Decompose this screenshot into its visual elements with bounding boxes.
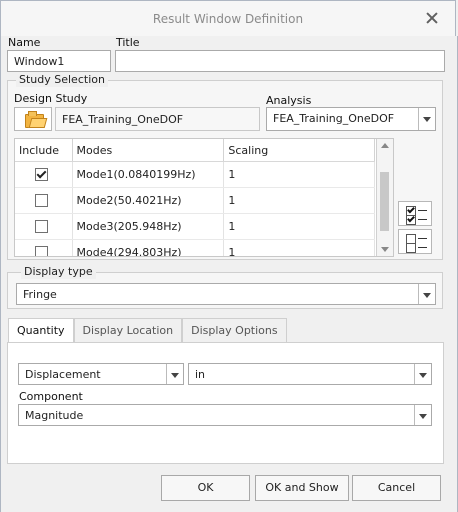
display-type-title: Display type [21, 265, 96, 279]
component-dropdown[interactable]: Magnitude [18, 404, 432, 426]
table-row[interactable]: Mode1(0.0840199Hz) 1 [15, 161, 375, 188]
scroll-thumb[interactable] [380, 172, 389, 231]
name-input[interactable]: Window1 [7, 50, 111, 72]
quantity-tabs: Quantity Display Location Display Option… [8, 318, 287, 343]
scaling-cell[interactable]: 1 [223, 213, 375, 240]
open-design-study-button[interactable] [14, 107, 52, 131]
include-cell[interactable] [15, 187, 73, 214]
scaling-cell[interactable]: 1 [223, 161, 375, 188]
quantity-tab-panel [7, 342, 444, 464]
chevron-down-icon [414, 405, 431, 425]
include-cell[interactable] [15, 239, 73, 256]
chevron-down-icon [414, 364, 431, 384]
study-selection-title: Study Selection [16, 73, 108, 87]
modes-header: Modes [72, 139, 225, 162]
mode-cell: Mode2(50.4021Hz) [72, 187, 225, 214]
checked-box-icon [406, 215, 416, 225]
quantity-value: Displacement [25, 368, 101, 381]
list-line-icon [418, 210, 427, 211]
table-row[interactable]: Mode4(294.803Hz) 1 [15, 239, 375, 256]
close-icon[interactable] [425, 11, 439, 25]
component-value: Magnitude [25, 409, 84, 422]
mode1-checkbox[interactable] [35, 168, 48, 182]
tab-quantity[interactable]: Quantity [8, 318, 74, 343]
ok-button[interactable]: OK [161, 475, 250, 501]
display-type-value: Fringe [23, 288, 57, 301]
include-cell[interactable] [15, 161, 73, 188]
chevron-down-icon [418, 284, 435, 304]
ok-and-show-button[interactable]: OK and Show [255, 475, 349, 501]
name-label: Name [8, 36, 41, 49]
units-value: in [195, 368, 206, 381]
mode-cell: Mode3(205.948Hz) [72, 213, 225, 240]
list-line-icon [418, 247, 427, 248]
design-study-field: FEA_Training_OneDOF [55, 107, 260, 131]
chevron-down-icon [166, 364, 183, 384]
component-label: Component [19, 390, 83, 403]
quantity-dropdown[interactable]: Displacement [18, 363, 184, 385]
window-title: Result Window Definition [152, 12, 304, 26]
scroll-down-icon[interactable] [381, 247, 389, 252]
mode-cell: Mode1(0.0840199Hz) [72, 161, 225, 188]
mode2-checkbox[interactable] [35, 194, 48, 208]
include-header: Include [15, 139, 73, 162]
chevron-down-icon [418, 108, 435, 130]
units-dropdown[interactable]: in [188, 363, 432, 385]
title-input[interactable] [115, 50, 445, 72]
select-all-modes-button[interactable] [398, 201, 432, 226]
tab-display-location[interactable]: Display Location [73, 318, 183, 342]
table-row[interactable]: Mode2(50.4021Hz) 1 [15, 187, 375, 214]
analysis-value: FEA_Training_OneDOF [273, 112, 395, 125]
unchecked-box-icon [406, 243, 416, 253]
design-study-label: Design Study [14, 92, 88, 105]
window-titlebar: Result Window Definition [0, 0, 456, 36]
modes-table: Include Modes Scaling Mode1(0.0840199Hz)… [15, 139, 375, 256]
display-type-dropdown[interactable]: Fringe [16, 283, 436, 305]
scaling-header: Scaling [223, 139, 375, 162]
modes-table-container: Include Modes Scaling Mode1(0.0840199Hz)… [14, 138, 394, 257]
include-cell[interactable] [15, 213, 73, 240]
list-line-icon [418, 219, 427, 220]
scaling-cell[interactable]: 1 [223, 239, 375, 256]
table-header-row: Include Modes Scaling [15, 139, 375, 162]
mode3-checkbox[interactable] [35, 220, 48, 234]
modes-table-scrollbar[interactable] [376, 139, 393, 256]
mode4-checkbox[interactable] [35, 246, 48, 256]
cancel-button[interactable]: Cancel [352, 475, 441, 501]
mode-cell: Mode4(294.803Hz) [72, 239, 225, 256]
tab-display-options[interactable]: Display Options [182, 318, 287, 342]
deselect-all-modes-button[interactable] [398, 229, 432, 254]
list-line-icon [418, 238, 427, 239]
scroll-up-icon[interactable] [381, 143, 389, 148]
scaling-cell[interactable]: 1 [223, 187, 375, 214]
analysis-label: Analysis [266, 94, 312, 107]
table-row[interactable]: Mode3(205.948Hz) 1 [15, 213, 375, 240]
title-label: Title [116, 36, 140, 49]
folder-open-icon [25, 111, 44, 128]
analysis-dropdown[interactable]: FEA_Training_OneDOF [266, 107, 436, 131]
